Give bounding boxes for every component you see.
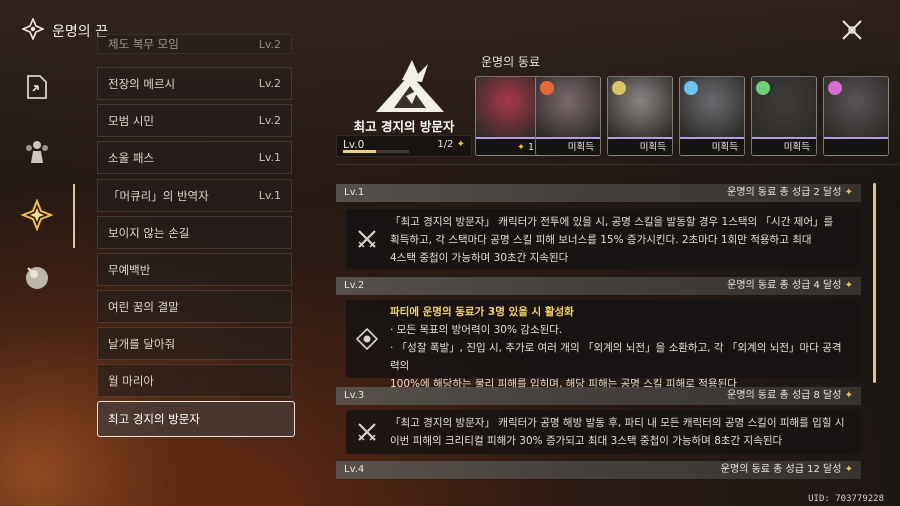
card-footer: 미획득 (536, 137, 600, 155)
level-name: Lv.3 (344, 390, 365, 401)
party-label: 운명의 동료 (481, 55, 541, 69)
level-header: Lv.4 운명의 동료 총 성급 12 달성 ✦ (336, 461, 861, 479)
eye-emblem-icon (355, 327, 379, 351)
level-card: 파티에 운명의 동료가 3명 있을 시 활성화 · 모든 목표의 방어력이 30… (346, 300, 861, 390)
level-highlight: 파티에 운명의 동료가 3명 있을 시 활성화 (390, 306, 574, 318)
list-item-label: 모범 시민 (108, 113, 154, 128)
characters-icon (26, 141, 48, 163)
party-card[interactable]: 미획득 (751, 76, 817, 156)
level-condition: 운명의 동료 총 성급 4 달성 ✦ (727, 280, 853, 291)
list-item-label: 여린 꿈의 결말 (108, 299, 179, 314)
level-description: 「최고 경지의 방문자」 캐릭터가 전투에 있을 시, 공명 스킬을 발동할 경… (390, 216, 834, 264)
list-item[interactable]: 모범 시민 Lv.2 (97, 104, 292, 137)
card-footer: 미획득 (608, 137, 672, 155)
list-item-label: 월 마리아 (108, 373, 154, 388)
list-item-label: 최고 경지의 방문자 (108, 412, 200, 426)
progress-track (343, 150, 409, 153)
progress-fill (343, 150, 376, 153)
list-item-label: 무예백반 (108, 262, 151, 277)
list-item-label: 전장의 메르시 (108, 76, 176, 91)
party-cards: ✦ 1 미획득 미획득 미획득 미획득 (475, 76, 900, 158)
level-name: Lv.2 (344, 280, 365, 291)
card-footer: ✦ 1 (476, 137, 540, 155)
crossed-swords-icon (356, 228, 378, 250)
list-item-label: 날개를 달아줘 (108, 336, 176, 351)
orb-icon (26, 267, 48, 289)
level-condition: 운명의 동료 총 성급 8 달성 ✦ (727, 390, 853, 401)
character-portrait (476, 77, 540, 137)
party-card[interactable]: 미획득 (535, 76, 601, 156)
list-item[interactable]: 소울 패스 Lv.1 (97, 141, 292, 174)
scrollbar[interactable] (873, 183, 876, 383)
close-icon (842, 20, 862, 40)
level-condition: 운명의 동료 총 성급 12 달성 ✦ (720, 464, 853, 475)
list-item[interactable]: 월 마리아 (97, 364, 292, 397)
card-footer: 미획득 (752, 137, 816, 155)
list-item-level: Lv.2 (258, 114, 281, 127)
list-item-label: 소울 패스 (108, 150, 154, 165)
party-card[interactable]: 미획득 (607, 76, 673, 156)
close-button[interactable] (840, 18, 864, 42)
list-item[interactable]: 보이지 않는 손길 (97, 216, 292, 249)
crossed-swords-icon (356, 421, 378, 443)
list-item[interactable]: 전장의 메르시 Lv.2 (97, 67, 292, 100)
level-card: 「최고 경지의 방문자」 캐릭터가 전투에 있을 시, 공명 스킬을 발동할 경… (346, 209, 861, 269)
list-item-level: Lv.1 (258, 189, 281, 202)
list-item-level: Lv.2 (258, 37, 281, 51)
list-item-label: 「머큐리」의 반역자 (108, 188, 209, 203)
level-progress: Lv.0 1/2 ✦ (336, 135, 472, 157)
list-item-selected[interactable]: 최고 경지의 방문자 (97, 401, 295, 437)
rail-export-button[interactable] (20, 70, 54, 104)
level-condition: 운명의 동료 총 성급 2 달성 ✦ (727, 187, 853, 198)
party-card[interactable] (823, 76, 889, 156)
element-icon (756, 81, 770, 95)
rail-fate-button[interactable] (20, 198, 54, 232)
element-icon (612, 81, 626, 95)
card-footer (824, 137, 888, 155)
element-icon (540, 81, 554, 95)
list-item-label: 제도 복무 모임 (108, 37, 179, 51)
list-item[interactable]: 날개를 달아줘 (97, 327, 292, 360)
bond-emblem (372, 56, 448, 116)
list-item-level: Lv.2 (258, 77, 281, 90)
list-item[interactable]: 「머큐리」의 반역자 Lv.1 (97, 179, 292, 212)
export-icon (27, 75, 47, 99)
level-header: Lv.2 운명의 동료 총 성급 4 달성 ✦ (336, 277, 861, 295)
list-item-label: 보이지 않는 손길 (108, 225, 190, 240)
party-card[interactable]: 미획득 (679, 76, 745, 156)
bond-emblem-icon (376, 60, 444, 112)
list-item-level: Lv.1 (258, 151, 281, 164)
rail-orb-button[interactable] (20, 260, 54, 294)
element-icon (684, 81, 698, 95)
level-description: 「최고 경지의 방문자」 캐릭터가 공명 해방 발동 후, 파티 내 모든 캐릭… (390, 417, 845, 447)
character-name: 최고 경지의 방문자 (353, 119, 455, 134)
header: 운명의 끈 (20, 16, 108, 44)
list-item[interactable]: 제도 복무 모임 Lv.2 (97, 34, 292, 54)
element-icon (828, 81, 842, 95)
level-card: 「최고 경지의 방문자」 캐릭터가 공명 해방 발동 후, 파티 내 모든 캐릭… (346, 410, 861, 454)
level-header: Lv.3 운명의 동료 총 성급 8 달성 ✦ (336, 387, 861, 405)
fate-icon (20, 16, 46, 44)
rail-active-indicator (73, 184, 75, 248)
fate-icon (21, 199, 53, 231)
card-footer: 미획득 (680, 137, 744, 155)
progress-count: 1/2 ✦ (437, 139, 465, 150)
level-description: 파티에 운명의 동료가 3명 있을 시 활성화 · 모든 목표의 방어력이 30… (390, 303, 851, 393)
list-item[interactable]: 여린 꿈의 결말 (97, 290, 292, 323)
level-name: Lv.1 (344, 187, 365, 198)
rail-characters-button[interactable] (20, 134, 54, 168)
party-card[interactable]: ✦ 1 (475, 76, 541, 156)
level-name: Lv.4 (344, 464, 365, 475)
list-item[interactable]: 무예백반 (97, 253, 292, 286)
uid-label: UID: 703779228 (808, 494, 884, 504)
divider (336, 164, 900, 165)
level-header: Lv.1 운명의 동료 총 성급 2 달성 ✦ (336, 184, 861, 202)
